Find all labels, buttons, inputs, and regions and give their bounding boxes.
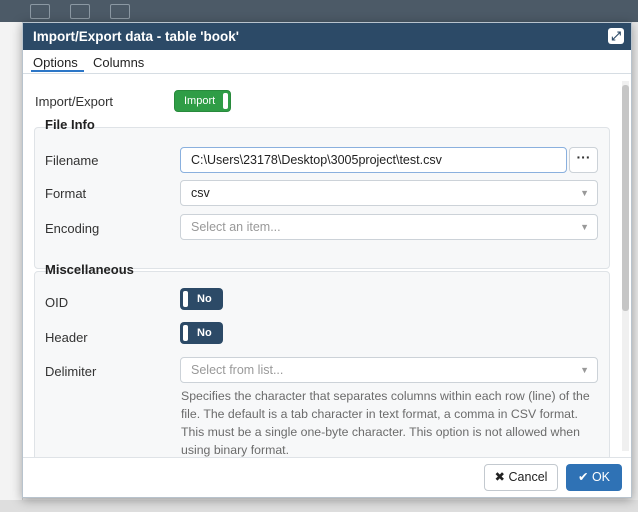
active-tab-indicator — [31, 70, 84, 72]
cancel-button[interactable]: ✖ Cancel — [484, 464, 558, 491]
toggle-knob — [223, 93, 228, 109]
encoding-label: Encoding — [45, 221, 100, 236]
browse-button[interactable]: ··· — [569, 147, 598, 173]
format-value: csv — [191, 186, 210, 200]
encoding-placeholder: Select an item... — [191, 220, 281, 234]
ok-button[interactable]: ✔ OK — [566, 464, 622, 491]
header-toggle[interactable]: No — [180, 322, 223, 344]
dialog-title: Import/Export data - table 'book' — [33, 29, 239, 44]
header-label: Header — [45, 330, 88, 345]
background-status-strip — [0, 500, 638, 512]
dialog-footer: ✖ Cancel ✔ OK — [23, 457, 631, 497]
scrollbar-thumb[interactable] — [622, 85, 629, 311]
tab-columns[interactable]: Columns — [93, 55, 144, 70]
import-export-dialog: Import/Export data - table 'book' ⤢ Opti… — [22, 22, 632, 498]
dialog-content: Import/Export Import File Info Filename … — [23, 74, 631, 458]
checkmark-icon: ✔ — [577, 470, 589, 484]
cancel-button-label: Cancel — [508, 470, 548, 484]
filename-label: Filename — [45, 153, 99, 168]
oid-toggle[interactable]: No — [180, 288, 223, 310]
toggle-knob — [183, 291, 188, 307]
chevron-down-icon: ▼ — [580, 222, 589, 232]
content-scrollbar[interactable] — [622, 81, 629, 451]
file-info-title: File Info — [45, 117, 95, 132]
import-export-toggle-value: Import — [184, 95, 216, 107]
delimiter-placeholder: Select from list... — [191, 363, 284, 377]
background-toolbar-icon — [110, 4, 130, 19]
ok-button-label: OK — [591, 470, 611, 484]
chevron-down-icon: ▼ — [580, 365, 589, 375]
miscellaneous-title: Miscellaneous — [45, 262, 134, 277]
close-icon: ✖ — [494, 470, 506, 484]
dialog-tabs: Options Columns — [23, 50, 631, 74]
filename-value: C:\Users\23178\Desktop\3005project\test.… — [191, 153, 442, 167]
dialog-titlebar[interactable]: Import/Export data - table 'book' ⤢ — [23, 23, 631, 50]
delimiter-help-text: Specifies the character that separates c… — [181, 389, 590, 457]
encoding-select[interactable]: Select an item... ▼ — [180, 214, 598, 240]
chevron-down-icon: ▼ — [580, 188, 589, 198]
background-editor-gutter — [0, 22, 23, 512]
format-select[interactable]: csv ▼ — [180, 180, 598, 206]
format-label: Format — [45, 186, 87, 201]
delimiter-label: Delimiter — [45, 364, 97, 379]
filename-input[interactable]: C:\Users\23178\Desktop\3005project\test.… — [180, 147, 567, 173]
background-toolbar-icon — [30, 4, 50, 19]
toggle-knob — [183, 325, 188, 341]
background-toolbar-icon — [70, 4, 90, 19]
background-toolbar — [0, 0, 638, 22]
delimiter-select[interactable]: Select from list... ▼ — [180, 357, 598, 383]
tab-options[interactable]: Options — [33, 55, 78, 70]
header-toggle-value: No — [197, 327, 212, 339]
import-export-toggle[interactable]: Import — [174, 90, 231, 112]
oid-label: OID — [45, 295, 69, 310]
maximize-icon[interactable]: ⤢ — [608, 28, 624, 44]
oid-toggle-value: No — [197, 293, 212, 305]
import-export-label: Import/Export — [35, 94, 114, 109]
